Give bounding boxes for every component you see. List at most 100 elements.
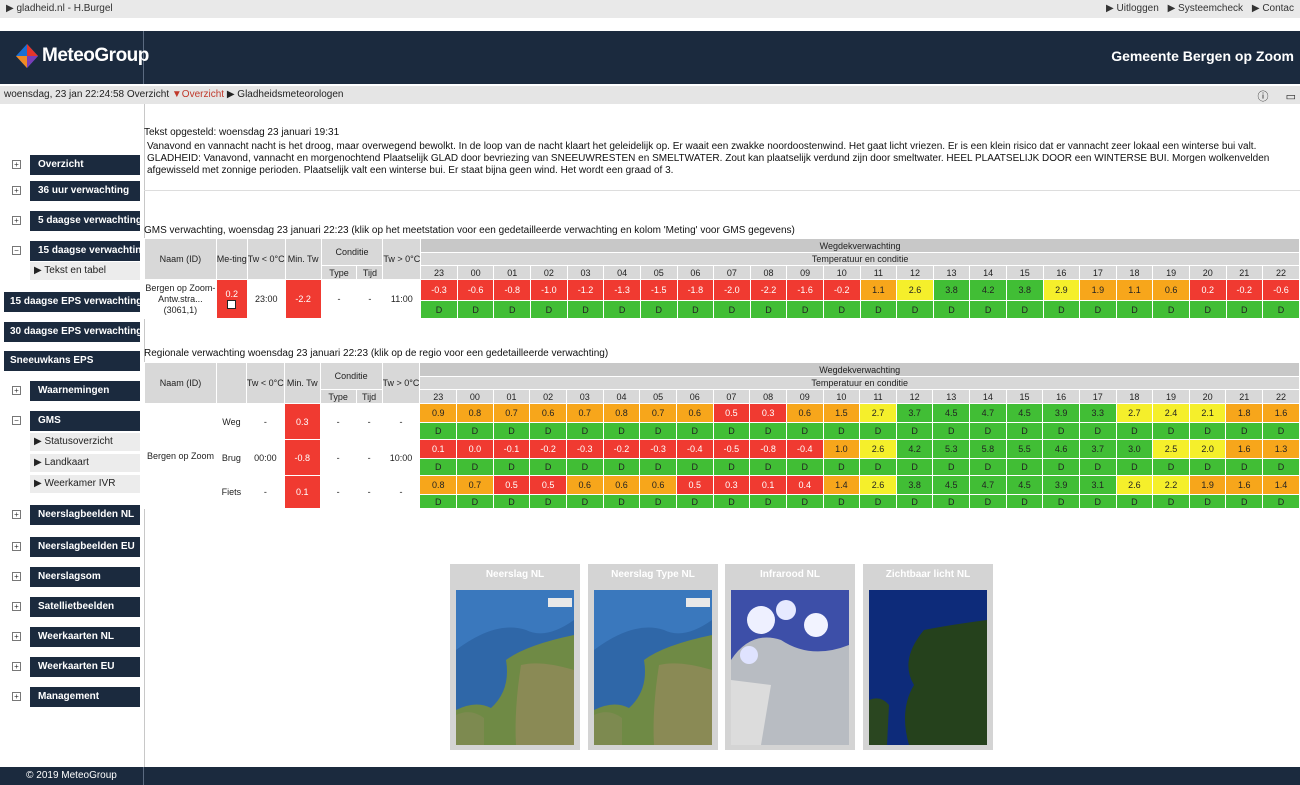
sidebar-item-30-daagse-eps-verwachting[interactable]: 30 daagse EPS verwachting — [0, 322, 144, 342]
chart-icon[interactable] — [227, 300, 237, 309]
expand-icon[interactable]: + — [12, 662, 21, 671]
condition-cell: D — [713, 300, 751, 319]
temperature-cell: -0.6 — [456, 279, 495, 301]
sidebar-item-15-daagse-eps-verwachting[interactable]: 15 daagse EPS verwachting — [0, 292, 144, 312]
sidebar-item-36-uur-verwachting[interactable]: +36 uur verwachting — [0, 181, 144, 201]
hour-header: 02 — [529, 389, 567, 404]
top-links: ▶ Uitloggen ▶ Systeemcheck ▶ Contac — [1106, 0, 1300, 18]
temperature-cell: -1.3 — [603, 279, 641, 301]
sidebar-item-sneeuwkans-eps[interactable]: Sneeuwkans EPS — [0, 351, 144, 371]
collapse-icon[interactable]: − — [12, 246, 21, 255]
sidebar-item-neerslagsom[interactable]: + Neerslagsom — [0, 567, 144, 587]
site-user-label: ▶ gladheid.nl - H.Burgel — [6, 3, 113, 14]
condition-cell: D — [1078, 494, 1117, 509]
col-tijd: Tijd — [356, 265, 384, 280]
sidebar-item-management[interactable]: + Management — [0, 687, 144, 707]
col-meting: Me-ting — [215, 238, 248, 280]
info-icon[interactable]: ⓘ — [1258, 91, 1269, 103]
expand-icon[interactable]: + — [12, 602, 21, 611]
sidebar-item-label: Weerkaarten NL — [30, 627, 140, 647]
sidebar-item-neerslagbeelden-eu[interactable]: + Neerslagbeelden EU — [0, 537, 144, 557]
sidebar-item-5-daagse-verwachting[interactable]: +5 daagse verwachting — [0, 211, 144, 231]
crumb-overview[interactable]: Overzicht — [127, 89, 169, 100]
logo[interactable]: MeteoGroup — [0, 31, 149, 84]
hour-header: 16 — [1042, 389, 1080, 404]
sidebar-item-satellietbeelden[interactable]: + Satellietbeelden — [0, 597, 144, 617]
temperature-cell: 2.0 — [1188, 439, 1227, 459]
tile-infrarood-nl[interactable]: Infrarood NL — [725, 564, 855, 750]
condition-cell: D — [566, 300, 605, 319]
sidebar-item-overzicht[interactable]: + Overzicht — [0, 155, 144, 175]
expand-icon[interactable]: + — [12, 692, 21, 701]
sidebar-subitem-landkaart[interactable]: ▶ Landkaart — [30, 454, 140, 472]
temperature-cell: 0.5 — [712, 403, 751, 423]
condition-cell: D — [895, 494, 934, 509]
condition-cell: D — [1225, 300, 1264, 319]
tijd-value: - — [355, 439, 383, 476]
expand-icon[interactable]: + — [12, 572, 21, 581]
sidebar-item-waarnemingen[interactable]: + Waarnemingen — [0, 381, 144, 401]
condition-cell: D — [1262, 422, 1300, 440]
divider — [144, 190, 1300, 191]
organisation-name: Gemeente Bergen op Zoom — [1111, 48, 1294, 64]
sidebar-item-weerkaarten-eu[interactable]: + Weerkaarten EU — [0, 657, 144, 677]
temperature-cell: 1.1 — [859, 279, 898, 301]
sidebar-item-weerkaarten-nl[interactable]: + Weerkaarten NL — [0, 627, 144, 647]
sidebar-subitem-weerkamer-ivr[interactable]: ▶ Weerkamer IVR — [30, 475, 140, 493]
sidebar-item-label: Neerslagsom — [30, 567, 140, 587]
temperature-cell: 2.6 — [1115, 475, 1154, 495]
logout-link[interactable]: ▶ Uitloggen — [1106, 3, 1159, 14]
region-name[interactable]: Bergen op Zoom — [144, 403, 217, 509]
station-name[interactable]: Bergen op Zoom-Antw.stra... (3061,1) — [144, 279, 217, 319]
sidebar-subitem-statusoverzicht[interactable]: ▶ Statusoverzicht — [30, 433, 140, 451]
sidebar-item-15-daagse-verwachting[interactable]: −15 daagse verwachting — [0, 241, 144, 261]
condition-cell: D — [822, 422, 861, 440]
expand-icon[interactable]: + — [12, 216, 21, 225]
sidebar-item-gms[interactable]: − GMS — [0, 411, 144, 431]
temperature-cell: 2.7 — [859, 403, 897, 423]
hour-header: 08 — [749, 389, 787, 404]
infrarood-nl-image — [731, 590, 849, 745]
condition-cell: D — [859, 300, 898, 319]
condition-cell: D — [785, 458, 824, 476]
expand-icon[interactable]: + — [12, 542, 21, 551]
min-tw-value: -0.8 — [283, 439, 321, 476]
condition-cell: D — [1005, 494, 1044, 509]
expand-icon[interactable]: + — [12, 186, 21, 195]
temperature-cell: -0.2 — [822, 279, 861, 301]
type-value: - — [319, 475, 357, 509]
crumb-overview-active[interactable]: ▼Overzicht — [172, 89, 224, 100]
condition-cell: D — [785, 494, 824, 509]
condition-cell: D — [602, 458, 641, 476]
temperature-cell: 3.7 — [1078, 439, 1117, 459]
window-icon[interactable]: ▭ — [1286, 91, 1296, 103]
condition-cell: D — [749, 494, 787, 509]
sidebar-item-neerslagbeelden-nl[interactable]: + Neerslagbeelden NL — [0, 505, 144, 525]
temperature-cell: -2.0 — [713, 279, 751, 301]
expand-icon[interactable]: + — [12, 160, 21, 169]
sidebar-item-label: Neerslagbeelden NL — [30, 505, 140, 525]
expand-icon[interactable]: + — [12, 386, 21, 395]
systemcheck-link[interactable]: ▶ Systeemcheck — [1168, 3, 1244, 14]
meting-value[interactable]: 0.2 — [215, 279, 248, 319]
tile-zichtbaar-licht-nl[interactable]: Zichtbaar licht NL — [863, 564, 993, 750]
crumb-meteorologists[interactable]: ▶ Gladheidsmeteorologen — [227, 89, 344, 100]
temperature-cell: 0.2 — [1188, 279, 1227, 301]
sidebar-item-label: 15 daagse verwachting — [30, 241, 140, 261]
contact-link[interactable]: ▶ Contac — [1252, 3, 1294, 14]
condition-cell: D — [456, 422, 494, 440]
condition-cell: D — [1188, 422, 1227, 440]
hour-header: 23 — [420, 265, 458, 280]
sidebar-subitem-tekst-en-tabel[interactable]: ▶ Tekst en tabel — [30, 262, 140, 280]
expand-icon[interactable]: + — [12, 632, 21, 641]
road-kind: Brug — [215, 439, 247, 476]
tile-neerslag-nl[interactable]: Neerslag NL — [450, 564, 580, 750]
expand-icon[interactable]: + — [12, 510, 21, 519]
hour-header: 22 — [1262, 389, 1300, 404]
condition-cell: D — [712, 422, 751, 440]
collapse-icon[interactable]: − — [12, 416, 21, 425]
hour-header: 00 — [456, 389, 494, 404]
condition-cell: D — [1078, 458, 1117, 476]
tile-neerslag-type-nl[interactable]: Neerslag Type NL — [588, 564, 718, 750]
condition-cell: D — [1005, 422, 1044, 440]
